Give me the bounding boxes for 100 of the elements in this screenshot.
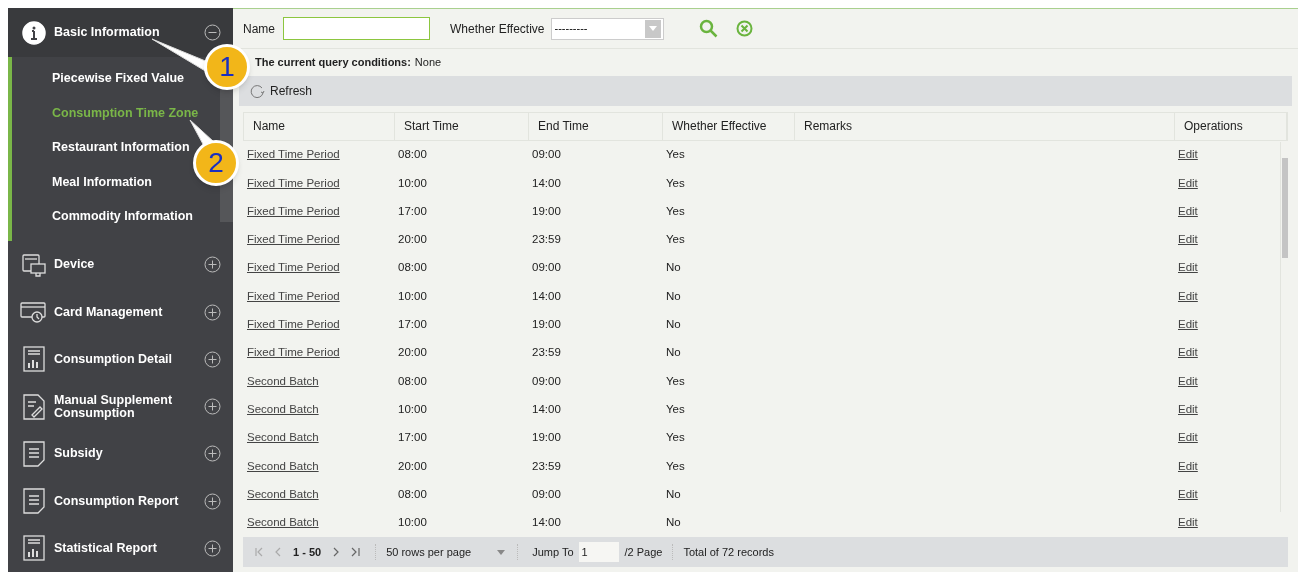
edit-link[interactable]: Edit [1178, 146, 1198, 164]
table-cell-text: No [666, 260, 681, 276]
name-link[interactable]: Fixed Time Period [247, 231, 340, 249]
sidebar-group[interactable]: Consumption Report [8, 477, 233, 525]
sidebar-group-label: Consumption Report [54, 494, 180, 508]
name-link[interactable]: Fixed Time Period [247, 146, 340, 164]
table-cell-text: Yes [666, 175, 685, 191]
edit-link[interactable]: Edit [1178, 514, 1198, 532]
sidebar-group[interactable]: Basic Information [8, 8, 233, 58]
document-icon [20, 440, 48, 467]
table-cell-text: Yes [666, 458, 685, 474]
column-header[interactable]: Start Time [395, 113, 529, 140]
name-link[interactable]: Fixed Time Period [247, 316, 340, 334]
expand-icon[interactable] [204, 303, 221, 321]
sidebar-group-label: Card Management [54, 305, 164, 319]
column-header[interactable]: Whether Effective [663, 113, 795, 140]
table-cell-text: 23:59 [532, 345, 561, 361]
sidebar-group[interactable]: Card Management [8, 288, 233, 336]
column-header[interactable]: End Time [529, 113, 663, 140]
sidebar-group-label: Basic Information [54, 26, 161, 40]
field-label: Name [243, 20, 275, 38]
table-scrollbar[interactable] [1280, 142, 1288, 512]
name-link[interactable]: Fixed Time Period [247, 174, 340, 192]
query-conditions-value: None [414, 55, 442, 71]
edit-link[interactable]: Edit [1178, 344, 1198, 362]
table-cell-text: 14:00 [532, 515, 561, 531]
table-cell-text: 09:00 [532, 373, 561, 389]
edit-link[interactable]: Edit [1178, 316, 1198, 334]
table-cell-text: 09:00 [532, 147, 561, 163]
sidebar-group[interactable]: Statistical Report [8, 524, 233, 572]
edit-link[interactable]: Edit [1178, 401, 1198, 419]
submenu-item[interactable]: Consumption Time Zone [52, 95, 199, 131]
column-header[interactable]: Operations [1175, 113, 1287, 140]
sidebar-group-label: Device [54, 258, 96, 272]
page-input[interactable]: 1 [578, 542, 619, 562]
sidebar-group-label: Consumption Detail [54, 352, 174, 366]
submenu-item[interactable]: Restaurant Information [52, 130, 190, 165]
edit-link[interactable]: Edit [1178, 202, 1198, 221]
total-records: Total of 72 records [672, 543, 774, 561]
table-cell-text: 17:00 [398, 430, 427, 446]
table-cell-text: 20:00 [398, 232, 427, 248]
table-cell-text: 19:00 [532, 317, 561, 333]
info-icon [20, 19, 48, 46]
page-range: 1 - 50 [293, 544, 322, 560]
collapse-icon[interactable] [204, 24, 221, 42]
sidebar-group[interactable]: Device [8, 241, 233, 289]
name-input[interactable] [283, 17, 430, 40]
expand-icon[interactable] [204, 256, 221, 274]
table-cell-text: 08:00 [398, 260, 427, 276]
edit-link[interactable]: Edit [1178, 174, 1198, 192]
column-header[interactable]: Remarks [795, 113, 1175, 140]
last-page-icon[interactable] [351, 547, 362, 557]
effective-select[interactable]: --------- [550, 17, 664, 40]
expand-icon[interactable] [204, 350, 221, 368]
edit-link[interactable]: Edit [1178, 259, 1198, 277]
sidebar-group-label: Subsidy [54, 447, 104, 461]
expand-icon[interactable] [204, 398, 221, 416]
table-cell-text: No [666, 486, 681, 502]
table-cell-text: 09:00 [532, 486, 561, 502]
submenu-item[interactable]: Meal Information [52, 164, 152, 200]
expand-icon[interactable] [204, 539, 221, 557]
jump-label: Jump To [517, 543, 574, 561]
edit-link[interactable]: Edit [1178, 457, 1198, 475]
table-cell-text: 20:00 [398, 345, 427, 361]
name-link[interactable]: Second Batch [247, 514, 319, 532]
name-link[interactable]: Second Batch [247, 401, 319, 419]
sidebar-group[interactable]: Consumption Detail [8, 335, 233, 383]
sidebar-group[interactable]: Subsidy [8, 430, 233, 478]
chart-document-icon [20, 535, 48, 562]
sidebar-group[interactable]: Manual Supplement Consumption [8, 383, 233, 431]
refresh-button[interactable]: Refresh [249, 82, 313, 100]
table-cell-text: 14:00 [532, 402, 561, 418]
expand-icon[interactable] [204, 445, 221, 463]
edit-link[interactable]: Edit [1178, 231, 1198, 249]
edit-link[interactable]: Edit [1178, 485, 1198, 504]
table-cell-text: No [666, 515, 681, 531]
column-header[interactable]: Name [244, 113, 395, 140]
edit-document-icon [20, 393, 48, 420]
table-cell-text: No [666, 288, 681, 304]
field-label: Whether Effective [450, 20, 545, 38]
table-cell-text: 10:00 [398, 175, 427, 191]
table-cell-text: 09:00 [532, 260, 561, 276]
table-cell-text: 08:00 [398, 373, 427, 389]
name-link[interactable]: Fixed Time Period [247, 344, 340, 362]
name-link[interactable]: Second Batch [247, 372, 319, 390]
name-link[interactable]: Second Batch [247, 429, 319, 447]
edit-link[interactable]: Edit [1178, 429, 1198, 447]
edit-link[interactable]: Edit [1178, 287, 1198, 306]
name-link[interactable]: Fixed Time Period [247, 287, 340, 306]
expand-icon[interactable] [204, 492, 221, 510]
edit-link[interactable]: Edit [1178, 372, 1198, 390]
rows-per-page-select[interactable]: 50 rows per page [375, 543, 506, 561]
table-cell-text: 08:00 [398, 486, 427, 502]
name-link[interactable]: Fixed Time Period [247, 202, 340, 221]
name-link[interactable]: Fixed Time Period [247, 259, 340, 277]
name-link[interactable]: Second Batch [247, 457, 319, 475]
submenu-item[interactable]: Commodity Information [52, 199, 193, 234]
page-count: /2 Page [624, 544, 663, 560]
submenu-item[interactable]: Piecewise Fixed Value [52, 61, 185, 96]
name-link[interactable]: Second Batch [247, 485, 319, 504]
